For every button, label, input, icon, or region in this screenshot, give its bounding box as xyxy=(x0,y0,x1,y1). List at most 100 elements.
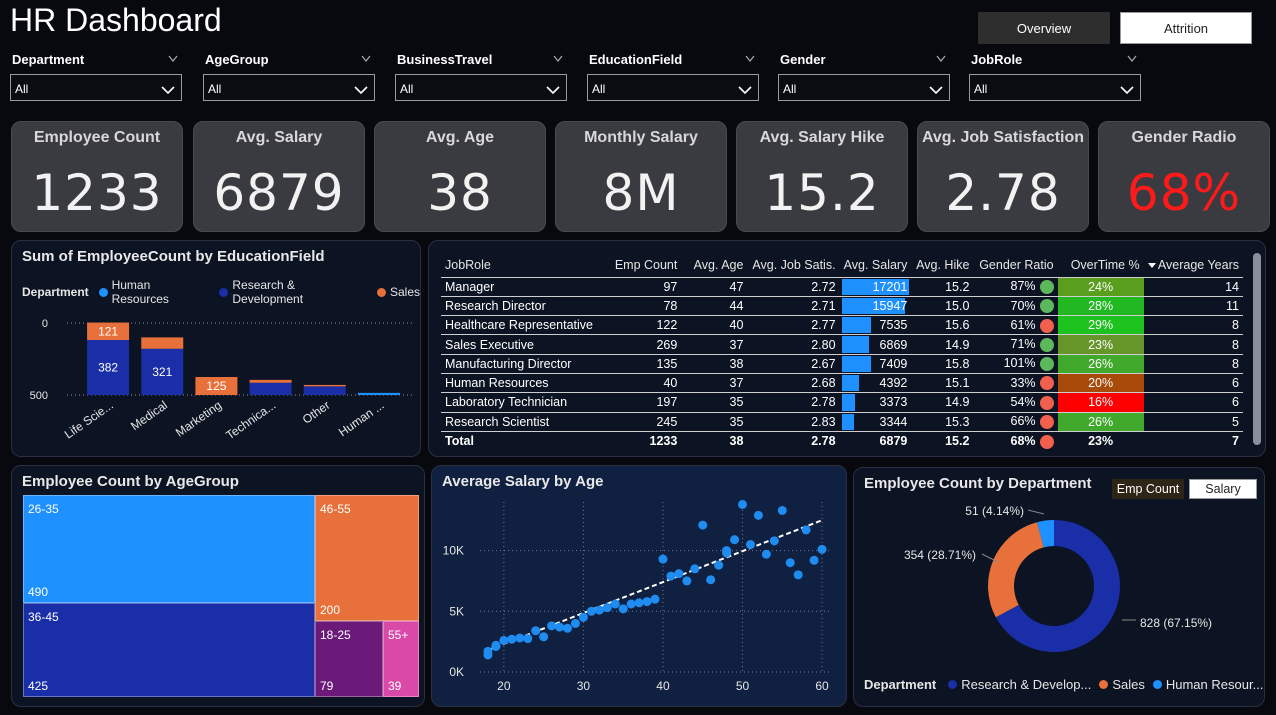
col-header-avg-job-satis[interactable]: Avg. Job Satis. xyxy=(747,253,840,278)
bar-sales[interactable] xyxy=(303,384,346,387)
scatter-point[interactable] xyxy=(722,546,732,556)
treemap-tile-18-25[interactable]: 18-25 79 xyxy=(315,621,383,697)
scatter-point[interactable] xyxy=(745,540,755,549)
scatter-point[interactable] xyxy=(578,612,588,622)
scatter-point[interactable] xyxy=(594,605,604,615)
scatter-point[interactable] xyxy=(761,549,771,559)
scatter-point[interactable] xyxy=(666,571,676,581)
scatter-point[interactable] xyxy=(650,594,660,604)
filter-department[interactable]: Department All xyxy=(10,47,182,103)
scatter-point[interactable] xyxy=(634,598,644,608)
filter-educationfield-dropdown[interactable]: All xyxy=(587,74,759,101)
salary-button[interactable]: Salary xyxy=(1189,479,1257,499)
table-row[interactable]: Sales Executive 269 37 2.80 6869 14.9 71% 23% 8 xyxy=(441,334,1243,355)
table-scrollbar[interactable] xyxy=(1253,253,1261,445)
filter-jobrole-dropdown[interactable]: All xyxy=(969,74,1141,101)
scatter-point[interactable] xyxy=(523,634,533,644)
scatter-point[interactable] xyxy=(531,626,541,636)
scatter-point[interactable] xyxy=(809,555,819,565)
scatter-point[interactable] xyxy=(626,599,636,609)
filter-jobrole[interactable]: JobRole All xyxy=(969,47,1141,103)
col-header-average-years[interactable]: Average Years xyxy=(1143,253,1243,278)
filter-department-dropdown[interactable]: All xyxy=(10,74,182,101)
filter-educationfield[interactable]: EducationField All xyxy=(587,47,759,103)
scatter-point[interactable] xyxy=(674,569,684,579)
col-header-avg-hike[interactable]: Avg. Hike xyxy=(911,253,974,278)
scatter-point[interactable] xyxy=(738,499,747,509)
scatter-point[interactable] xyxy=(586,606,596,616)
scatter-point[interactable] xyxy=(642,597,652,607)
filter-businesstravel[interactable]: BusinessTravel All xyxy=(395,47,567,103)
scatter-point[interactable] xyxy=(682,576,692,586)
scatter-point[interactable] xyxy=(801,525,811,535)
scatter-point[interactable] xyxy=(602,603,612,613)
scatter-point[interactable] xyxy=(570,618,580,628)
chevron-down-icon[interactable] xyxy=(354,82,368,95)
chevron-down-icon[interactable] xyxy=(546,82,560,95)
table-scrollbar-thumb[interactable] xyxy=(1253,253,1261,445)
filter-agegroup[interactable]: AgeGroup All xyxy=(203,47,375,103)
scatter-point[interactable] xyxy=(690,564,700,574)
col-header-avg-age[interactable]: Avg. Age xyxy=(681,253,748,278)
chevron-down-icon[interactable] xyxy=(161,82,175,95)
salary-value: 3373 xyxy=(879,395,908,410)
scatter-point[interactable] xyxy=(491,640,501,650)
treemap-tile-46-55[interactable]: 46-55 200 xyxy=(315,495,419,621)
table-row[interactable]: Human Resources 40 37 2.68 4392 15.1 33% 20% 6 xyxy=(441,373,1243,394)
scatter-point[interactable] xyxy=(618,604,628,614)
donut-slice-sales[interactable] xyxy=(988,522,1044,618)
scatter-point[interactable] xyxy=(499,635,509,645)
scatter-point[interactable] xyxy=(507,634,517,644)
scatter-point[interactable] xyxy=(547,621,557,631)
scatter-point[interactable] xyxy=(555,622,565,632)
treemap-tile-26-35[interactable]: 26-35 490 xyxy=(23,495,315,603)
scatter-point[interactable] xyxy=(706,575,716,585)
table-row[interactable]: Research Scientist 245 35 2.83 3344 15.3 66% 26… xyxy=(441,412,1243,432)
overtime-value: 16% xyxy=(1088,395,1114,410)
emp-count-button[interactable]: Emp Count xyxy=(1112,479,1184,499)
scatter-point[interactable] xyxy=(769,536,779,546)
bar-sales[interactable] xyxy=(249,379,292,383)
table-row[interactable]: Healthcare Representative 122 40 2.77 7535 15… xyxy=(441,315,1243,336)
scatter-point[interactable] xyxy=(714,560,724,570)
scatter-point[interactable] xyxy=(658,554,668,564)
data-label: 121 xyxy=(98,324,118,338)
treemap-tile-55+[interactable]: 55+ 39 xyxy=(383,621,419,697)
scatter-point[interactable] xyxy=(698,520,708,530)
treemap-tile-36-45[interactable]: 36-45 425 xyxy=(23,603,315,697)
bar-hr[interactable] xyxy=(357,392,400,395)
overview-button[interactable]: Overview xyxy=(978,12,1110,44)
scatter-point[interactable] xyxy=(610,599,620,609)
chevron-down-icon[interactable] xyxy=(1120,82,1134,95)
bar-rd[interactable] xyxy=(249,382,292,395)
scatter-point[interactable] xyxy=(785,558,795,568)
filter-gender[interactable]: Gender All xyxy=(778,47,950,103)
table-row[interactable]: Laboratory Technician 197 35 2.78 3373 14.9 54… xyxy=(441,392,1243,413)
table-total-row[interactable]: Total 1233 38 2.78 6879 15.2 68% 23% 7 xyxy=(441,431,1243,450)
scatter-point[interactable] xyxy=(817,544,827,554)
scatter-point[interactable] xyxy=(777,506,787,515)
chevron-down-icon[interactable] xyxy=(738,82,752,95)
bar-rd[interactable] xyxy=(303,386,346,395)
table-row[interactable]: Research Director 78 44 2.71 15947 15.0 70% 28%… xyxy=(441,296,1243,317)
attrition-button[interactable]: Attrition xyxy=(1120,12,1252,44)
filter-agegroup-dropdown[interactable]: All xyxy=(203,74,375,101)
col-header-gender-ratio[interactable]: Gender Ratio xyxy=(973,253,1058,278)
bar-sales[interactable] xyxy=(141,337,184,349)
scatter-point[interactable] xyxy=(793,570,803,580)
table-row[interactable]: Manager 97 47 2.72 17201 15.2 87% 24% 14 xyxy=(441,277,1243,297)
table-row[interactable]: Manufacturing Director 135 38 2.67 7409 15.8 1… xyxy=(441,354,1243,374)
filter-gender-dropdown[interactable]: All xyxy=(778,74,950,101)
scatter-point[interactable] xyxy=(539,632,549,642)
scatter-point[interactable] xyxy=(730,535,740,545)
scatter-point[interactable] xyxy=(483,646,493,656)
filter-businesstravel-dropdown[interactable]: All xyxy=(395,74,567,101)
col-header-avg-salary[interactable]: Avg. Salary xyxy=(839,253,912,278)
scatter-point[interactable] xyxy=(753,510,763,520)
chevron-down-icon[interactable] xyxy=(929,82,943,95)
col-header-jobrole[interactable]: JobRole xyxy=(441,253,602,278)
scatter-point[interactable] xyxy=(515,633,525,643)
col-header-emp-count[interactable]: Emp Count xyxy=(601,253,682,278)
col-header-overtime[interactable]: OverTime % xyxy=(1057,253,1144,278)
scatter-point[interactable] xyxy=(563,623,572,633)
